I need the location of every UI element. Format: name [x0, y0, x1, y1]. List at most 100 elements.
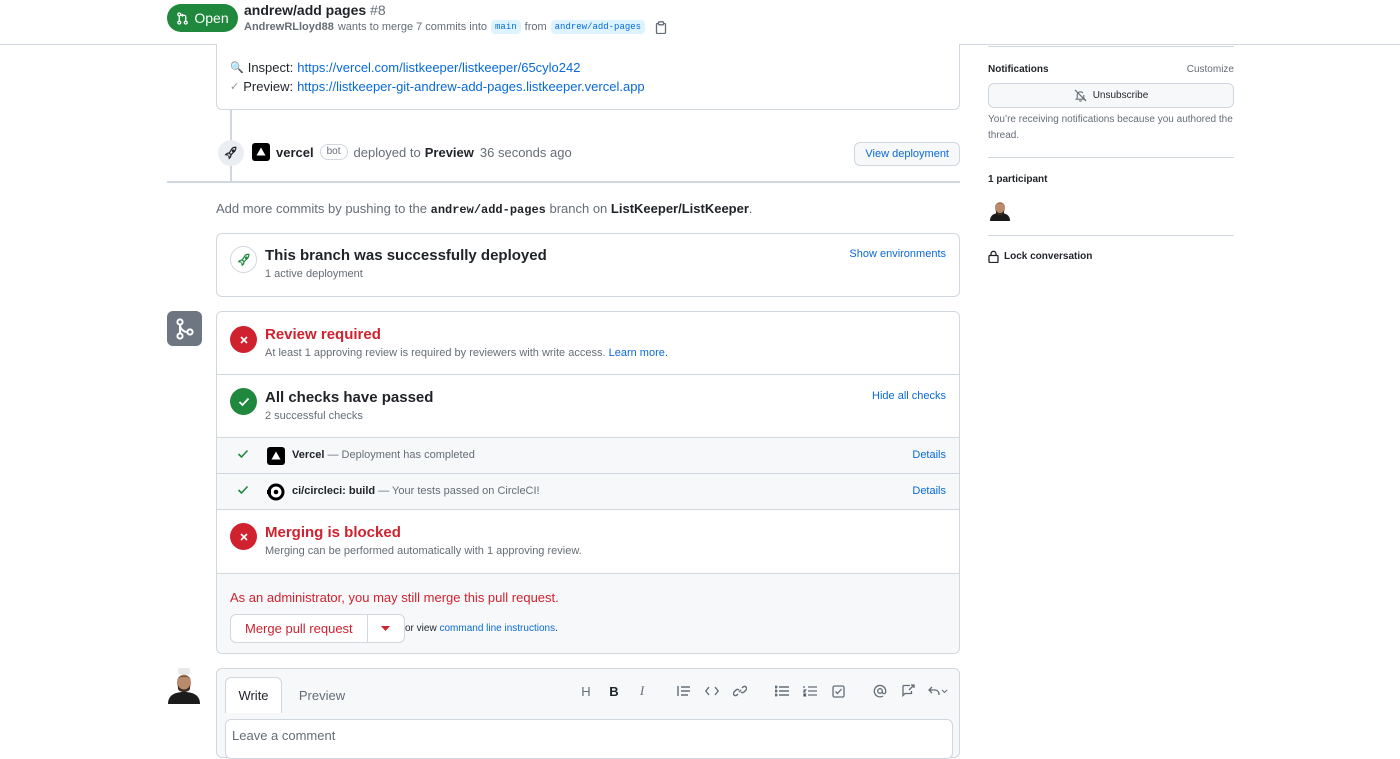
checks-title: All checks have passed	[265, 389, 434, 406]
merging-blocked-subtitle: Merging can be performed automatically w…	[265, 545, 582, 557]
pr-sticky-header: Open andrew/add pages #8 AndrewRLloyd88 …	[0, 0, 1400, 45]
ordered-list-icon[interactable]	[796, 681, 824, 701]
check-mark-icon: ✓	[230, 81, 240, 93]
rocket-status-icon	[230, 246, 257, 273]
push-hint-middle: branch on	[549, 201, 608, 216]
deployed-subtitle: 1 active deployment	[265, 268, 363, 280]
merge-box: Review required At least 1 approving rev…	[216, 311, 960, 654]
code-icon[interactable]	[698, 681, 726, 701]
inspect-line: 🔍 Inspect: https://vercel.com/listkeeper…	[230, 60, 580, 75]
lock-conversation-label: Lock conversation	[1004, 251, 1093, 262]
pr-state-label: Open	[194, 10, 229, 26]
avatar[interactable]	[168, 668, 200, 704]
lock-conversation-button[interactable]: Lock conversation	[988, 250, 1092, 263]
base-branch[interactable]: main	[491, 20, 521, 34]
customize-link[interactable]: Customize	[1187, 64, 1234, 75]
toolbar-gap	[852, 681, 866, 701]
toolbar-gap	[656, 681, 670, 701]
preview-line: ✓ Preview: https://listkeeper-git-andrew…	[230, 79, 645, 94]
hide-all-checks-link[interactable]: Hide all checks	[872, 390, 946, 402]
markdown-toolbar: H B I	[572, 681, 954, 701]
push-hint-prefix: Add more commits by pushing to the	[216, 201, 427, 216]
saved-replies-icon[interactable]	[922, 681, 954, 701]
copy-icon[interactable]	[655, 20, 667, 34]
check-text: ci/circleci: build — Your tests passed o…	[292, 485, 540, 497]
review-required-section: Review required At least 1 approving rev…	[217, 312, 959, 375]
unsubscribe-label: Unsubscribe	[1092, 90, 1149, 101]
vercel-logo-icon	[267, 447, 285, 465]
comment-composer: Write Preview H B I Leave a comment	[216, 668, 960, 759]
preview-link[interactable]: https://listkeeper-git-andrew-add-pages.…	[297, 79, 645, 94]
admin-note: As an administrator, you may still merge…	[230, 590, 559, 605]
mention-icon[interactable]	[866, 681, 894, 701]
participants-heading: 1 participant	[988, 174, 1048, 185]
check-icon	[237, 449, 249, 459]
cli-prefix: or view	[405, 623, 437, 634]
git-merge-icon	[167, 311, 202, 346]
circleci-logo-icon	[267, 483, 285, 501]
merge-pull-request-button[interactable]: Merge pull request	[231, 615, 368, 642]
inspect-link[interactable]: https://vercel.com/listkeeper/listkeeper…	[297, 60, 580, 75]
quote-icon[interactable]	[670, 681, 698, 701]
deployed-title: This branch was successfully deployed	[265, 247, 547, 264]
rocket-icon	[218, 140, 244, 166]
deploy-event-text: vercel bot deployed to Preview 36 second…	[252, 143, 572, 161]
participant-avatar[interactable]	[989, 199, 1011, 221]
check-details-link[interactable]: Details	[912, 449, 946, 461]
pr-author[interactable]: AndrewRLloyd88	[244, 21, 334, 33]
view-deployment-button[interactable]: View deployment	[854, 142, 960, 166]
learn-more-link[interactable]: Learn more.	[609, 347, 668, 359]
triangle-down-icon	[381, 626, 391, 631]
push-hint-branch: andrew/add-pages	[430, 203, 546, 217]
bell-slash-icon	[1074, 89, 1087, 102]
pr-state-badge: Open	[167, 4, 238, 32]
check-name: Vercel	[292, 449, 325, 461]
vercel-comment-card: 🔍 Inspect: https://vercel.com/listkeeper…	[216, 44, 960, 110]
review-required-text: At least 1 approving review is required …	[265, 347, 606, 359]
check-row-circleci: ci/circleci: build — Your tests passed o…	[217, 474, 959, 510]
tab-preview[interactable]: Preview	[291, 677, 353, 713]
comment-input[interactable]: Leave a comment	[225, 719, 953, 759]
check-desc: — Deployment has completed	[327, 449, 475, 461]
head-branch[interactable]: andrew/add-pages	[550, 20, 646, 34]
merge-method-dropdown[interactable]	[368, 615, 404, 642]
task-list-icon[interactable]	[824, 681, 852, 701]
sidebar-divider	[988, 235, 1234, 236]
unordered-list-icon[interactable]	[768, 681, 796, 701]
cli-hint: or view command line instructions.	[405, 623, 558, 634]
merging-blocked-title: Merging is blocked	[265, 524, 401, 541]
sidebar-divider	[988, 46, 1234, 47]
notification-reason: You’re receiving notifications because y…	[988, 114, 1233, 141]
tab-write[interactable]: Write	[225, 677, 282, 713]
deployment-status-box: This branch was successfully deployed 1 …	[216, 233, 960, 297]
link-icon[interactable]	[726, 681, 754, 701]
unsubscribe-button[interactable]: Unsubscribe	[988, 83, 1234, 108]
git-pull-request-icon	[177, 11, 189, 25]
cross-reference-icon[interactable]	[894, 681, 922, 701]
check-name: ci/circleci: build	[292, 485, 376, 497]
heading-icon[interactable]: H	[572, 681, 600, 701]
show-environments-link[interactable]: Show environments	[849, 248, 946, 260]
checks-section: All checks have passed 2 successful chec…	[217, 375, 959, 438]
check-desc: — Your tests passed on CircleCI!	[378, 485, 540, 497]
timeline-divider	[167, 181, 960, 183]
push-hint-suffix: .	[748, 201, 753, 216]
italic-icon[interactable]: I	[628, 681, 656, 701]
checks-subtitle: 2 successful checks	[265, 410, 363, 422]
deploy-environment[interactable]: Preview	[425, 145, 474, 160]
bot-badge: bot	[319, 144, 348, 160]
review-required-subtitle: At least 1 approving review is required …	[265, 347, 668, 359]
vercel-logo-icon	[252, 143, 270, 161]
x-circle-icon	[230, 523, 257, 550]
command-line-instructions-link[interactable]: command line instructions	[439, 623, 555, 634]
check-details-link[interactable]: Details	[912, 485, 946, 497]
bold-icon[interactable]: B	[600, 681, 628, 701]
push-hint-repo[interactable]: ListKeeper/ListKeeper	[611, 201, 749, 216]
pr-from-text: from	[524, 21, 547, 33]
sidebar-divider	[988, 157, 1234, 158]
toolbar-gap	[754, 681, 768, 701]
deploy-time[interactable]: 36 seconds ago	[480, 145, 572, 160]
review-required-title: Review required	[265, 326, 381, 343]
deploy-actor[interactable]: vercel	[276, 145, 314, 160]
check-row-vercel: Vercel — Deployment has completed Detail…	[217, 438, 959, 474]
